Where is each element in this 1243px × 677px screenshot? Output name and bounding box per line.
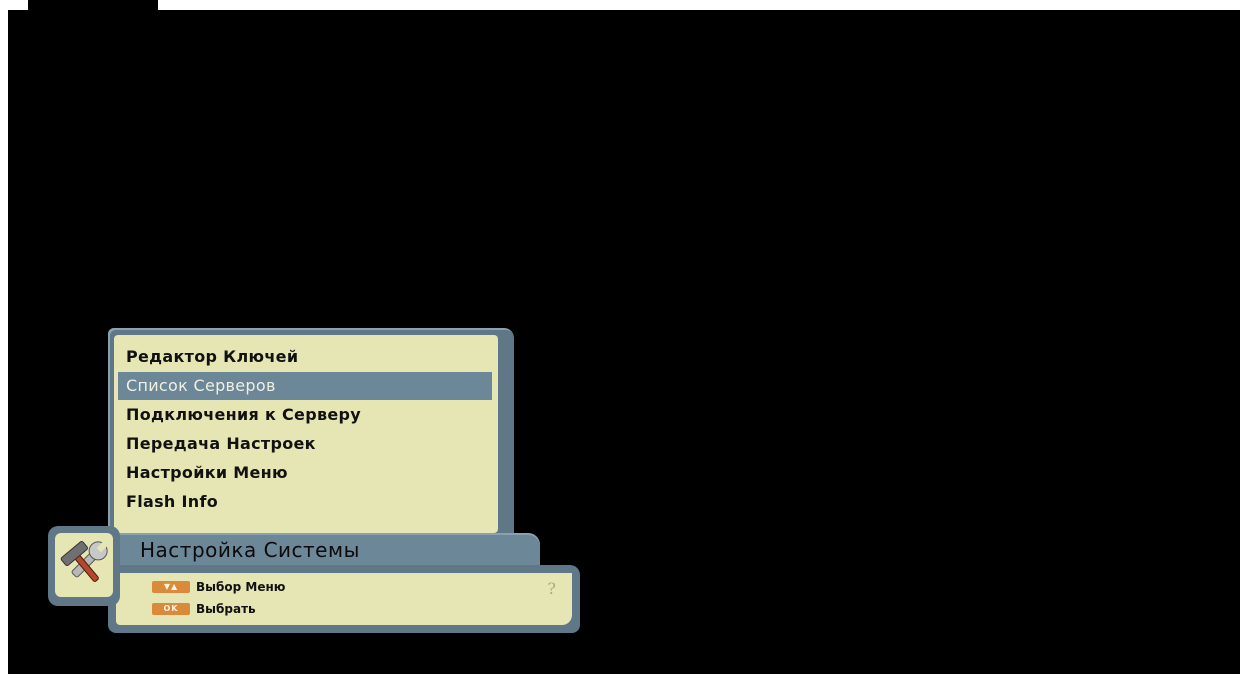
menu-item-server-list[interactable]: Список Серверов — [118, 372, 492, 400]
menu-panel: Редактор Ключей Список Серверов Подключе… — [108, 328, 514, 538]
tv-screen: Редактор Ключей Список Серверов Подключе… — [8, 0, 1240, 674]
hint-ok: OK Выбрать — [152, 599, 256, 619]
hint-select-menu: ▼▲ Выбор Меню — [152, 577, 285, 597]
page-title: Настройка Системы — [140, 538, 360, 562]
menu-item-flash-info[interactable]: Flash Info — [114, 488, 492, 516]
menu-item-server-connections[interactable]: Подключения к Серверу — [114, 401, 492, 429]
updown-key-badge: ▼▲ — [152, 581, 190, 593]
top-strip — [28, 0, 158, 12]
help-panel: ▼▲ Выбор Меню OK Выбрать ? — [108, 565, 580, 633]
menu-item-settings-transfer[interactable]: Передача Настроек — [114, 430, 492, 458]
section-icon-bg — [55, 533, 113, 597]
menu-list: Редактор Ключей Список Серверов Подключе… — [114, 335, 498, 533]
help-icon[interactable]: ? — [547, 579, 556, 598]
help-panel-inner: ▼▲ Выбор Меню OK Выбрать ? — [116, 573, 572, 625]
hint-label: Выбор Меню — [196, 580, 286, 594]
hint-label: Выбрать — [196, 602, 256, 616]
tools-icon — [60, 540, 108, 582]
ok-key-badge: OK — [152, 603, 190, 615]
section-icon-box — [48, 526, 120, 606]
menu-item-key-editor[interactable]: Редактор Ключей — [114, 343, 492, 371]
menu-item-menu-settings[interactable]: Настройки Меню — [114, 459, 492, 487]
